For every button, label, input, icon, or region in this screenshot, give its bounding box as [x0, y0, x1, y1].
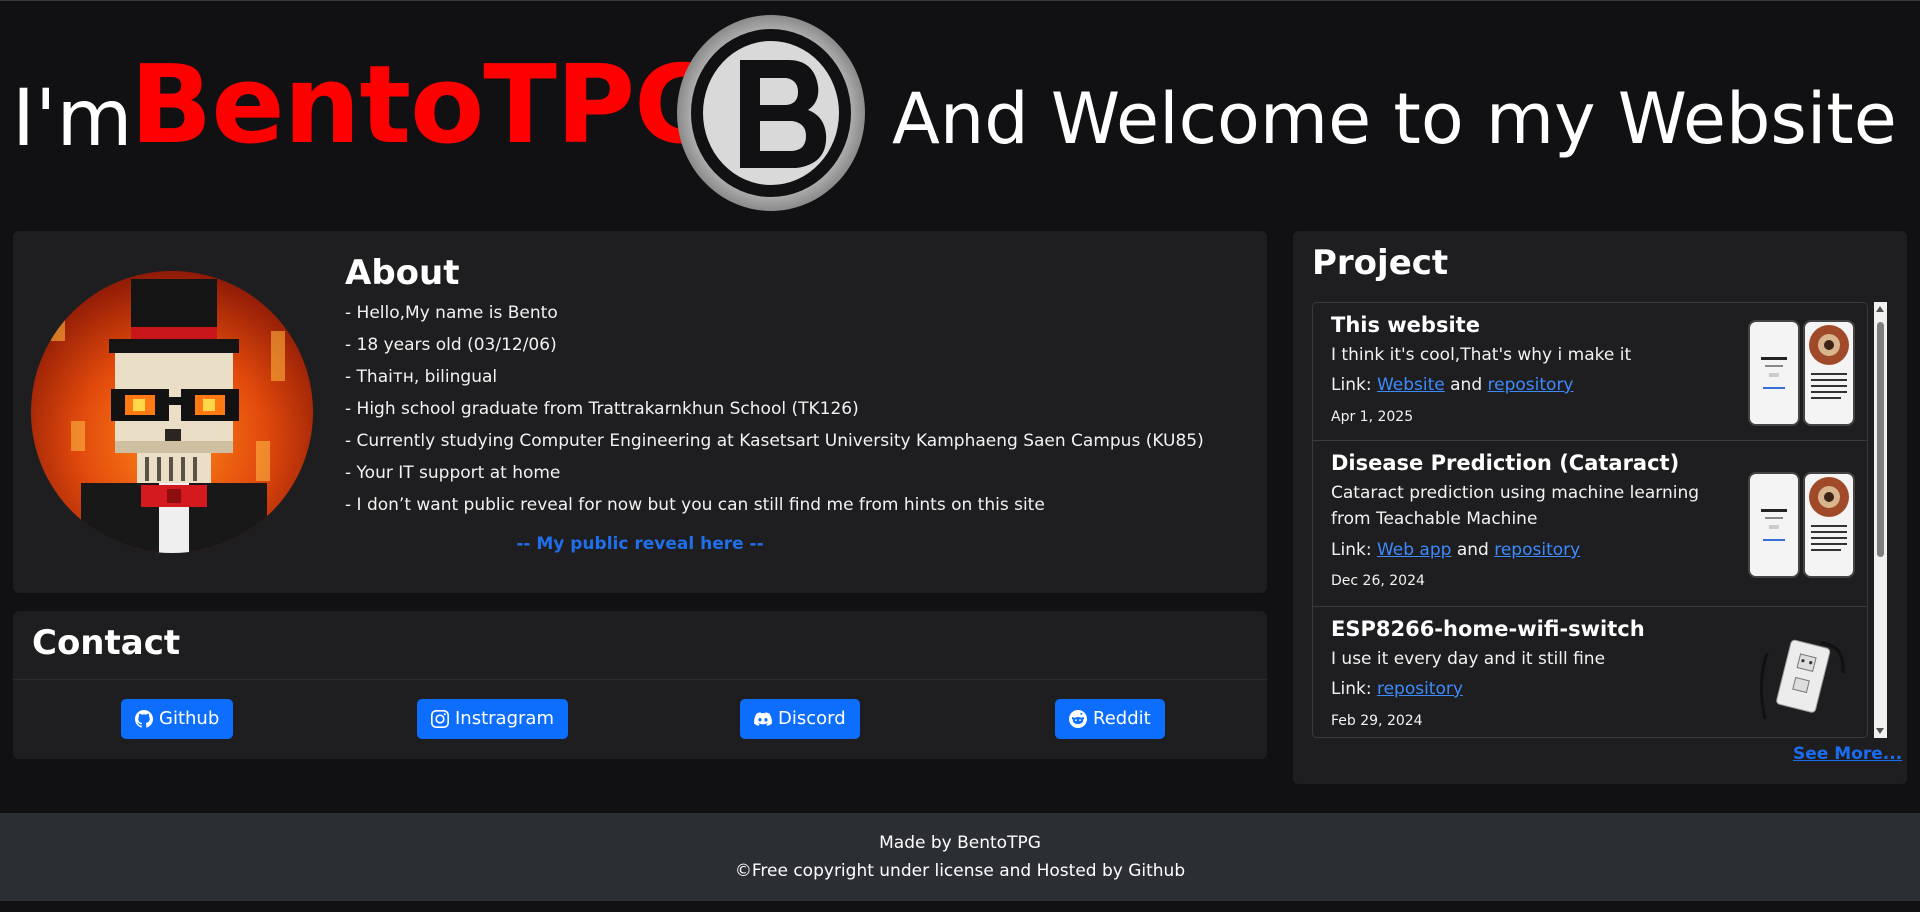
discord-label: Discord — [778, 708, 846, 729]
project-description: I think it's cool,That's why i make it — [1331, 345, 1632, 365]
about-line-reveal-note: - I don’t want public reveal for now but… — [345, 495, 1045, 515]
project-item: This website I think it's cool,That's wh… — [1313, 303, 1867, 441]
bento-logo-icon — [668, 8, 874, 218]
link-prefix: Link: — [1331, 679, 1372, 699]
wifi-switch-icon — [1759, 639, 1845, 720]
discord-button[interactable]: Discord — [740, 699, 860, 739]
about-line-name: - Hello,My name is Bento — [345, 303, 558, 323]
footer-copyright: ©Free copyright under license and Hosted… — [734, 861, 1186, 881]
about-card: About - Hello,My name is Bento - 18 year… — [13, 231, 1267, 593]
phone-screenshots-icon — [1748, 472, 1855, 578]
about-line-highschool: - High school graduate from Trattrakarnk… — [345, 399, 859, 419]
project-links: Link: Web app and repository — [1331, 537, 1580, 563]
contact-card: Contact Github Instragram Discord Reddit — [13, 611, 1267, 759]
hero-welcome: And Welcome to my Website — [892, 78, 1897, 160]
instagram-label: Instragram — [455, 708, 554, 729]
repository-link[interactable]: repository — [1494, 540, 1580, 560]
project-description: I use it every day and it still fine — [1331, 649, 1606, 669]
project-item: Disease Prediction (Cataract) Cataract p… — [1313, 441, 1867, 607]
about-line-university: - Currently studying Computer Engineerin… — [345, 431, 1204, 451]
project-name: Disease Prediction (Cataract) — [1331, 451, 1680, 475]
github-label: Github — [159, 708, 220, 729]
project-name: ESP8266-home-wifi-switch — [1331, 617, 1645, 641]
instagram-button[interactable]: Instragram — [417, 699, 568, 739]
phone-screenshots-icon — [1748, 320, 1855, 426]
link-prefix: Link: — [1331, 540, 1372, 560]
project-description: Cataract prediction using machine learni… — [1331, 483, 1700, 529]
public-reveal-link[interactable]: -- My public reveal here -- — [13, 534, 1267, 554]
about-line-language: - Thaiтн, bilingual — [345, 367, 498, 387]
footer-credit: Made by BentoTPG — [879, 833, 1041, 853]
project-list-scrollbar[interactable] — [1874, 302, 1887, 738]
project-date: Dec 26, 2024 — [1331, 573, 1425, 589]
hero-prefix: I'm — [12, 74, 133, 164]
link-prefix: Link: — [1331, 375, 1372, 395]
scroll-down-arrow-icon[interactable] — [1876, 728, 1884, 734]
hero-banner: I'm BentoTPG And Welcome to my Website — [0, 0, 1920, 220]
hero-name: BentoTPG — [130, 43, 723, 168]
repository-link[interactable]: repository — [1488, 375, 1574, 395]
instagram-icon — [431, 710, 449, 728]
github-button[interactable]: Github — [121, 699, 234, 739]
about-content: About - Hello,My name is Bento - 18 year… — [345, 251, 1245, 521]
about-line-it-support: - Your IT support at home — [345, 463, 561, 483]
reddit-button[interactable]: Reddit — [1055, 699, 1165, 739]
project-name: This website — [1331, 313, 1480, 337]
about-line-age: - 18 years old (03/12/06) — [345, 335, 557, 355]
project-links: Link: repository — [1331, 676, 1463, 702]
project-links: Link: Website and repository — [1331, 372, 1574, 398]
project-date: Feb 29, 2024 — [1331, 713, 1423, 729]
reddit-icon — [1069, 710, 1087, 728]
repository-link[interactable]: repository — [1377, 679, 1463, 699]
see-more-link[interactable]: See More... — [1793, 744, 1902, 764]
contact-divider — [13, 679, 1267, 680]
project-thumbnail — [1747, 623, 1857, 731]
project-title: Project — [1312, 243, 1449, 283]
contact-title: Contact — [32, 623, 181, 663]
discord-icon — [754, 712, 772, 726]
link-joiner: and — [1456, 540, 1489, 560]
reddit-label: Reddit — [1093, 708, 1151, 729]
project-thumbnail — [1747, 319, 1857, 427]
web-app-link[interactable]: Web app — [1377, 540, 1451, 560]
footer: Made by BentoTPG ©Free copyright under l… — [0, 813, 1920, 901]
project-thumbnail — [1747, 471, 1857, 579]
project-item: ESP8266-home-wifi-switch I use it every … — [1313, 607, 1867, 737]
scrollbar-thumb[interactable] — [1877, 322, 1884, 557]
skeleton-avatar-icon — [31, 271, 313, 553]
project-date: Apr 1, 2025 — [1331, 409, 1414, 425]
project-list[interactable]: This website I think it's cool,That's wh… — [1312, 302, 1868, 738]
avatar — [31, 271, 313, 553]
link-joiner: and — [1450, 375, 1483, 395]
about-title: About — [345, 253, 460, 293]
website-link[interactable]: Website — [1377, 375, 1445, 395]
github-icon — [135, 710, 153, 728]
scroll-up-arrow-icon[interactable] — [1876, 306, 1884, 312]
project-card: Project This website I think it's cool,T… — [1293, 231, 1907, 784]
